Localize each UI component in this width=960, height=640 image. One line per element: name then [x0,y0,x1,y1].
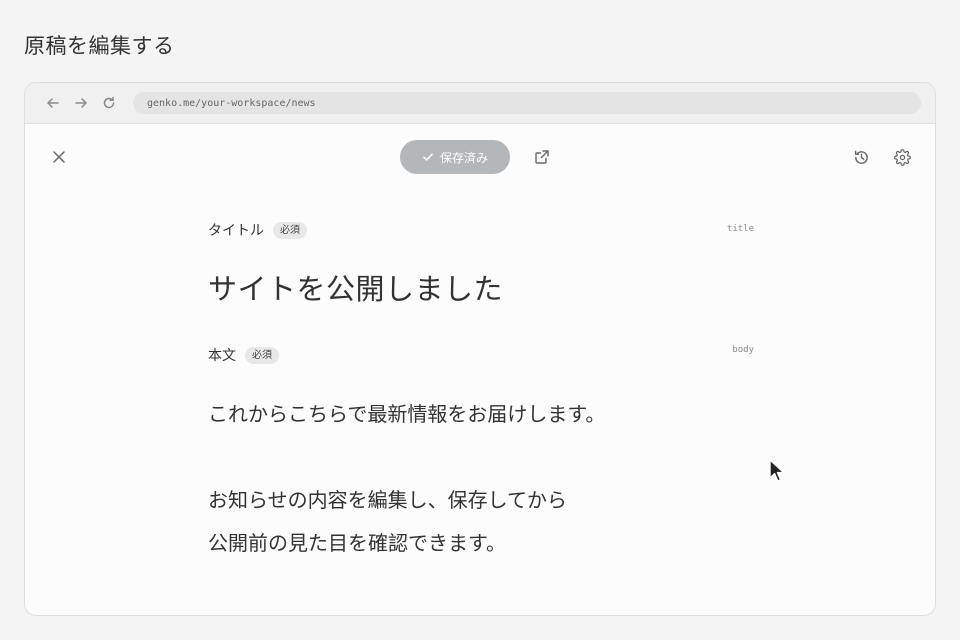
address-bar[interactable]: genko.me/your-workspace/news [133,92,921,114]
body-field-header: 本文 必須 body [208,345,754,365]
body-field-label: 本文 [208,348,236,364]
close-icon [53,151,65,163]
mouse-pointer-icon [767,458,789,488]
back-button[interactable] [39,89,67,117]
title-field-header: タイトル 必須 title [208,220,754,240]
title-field-key: title [726,224,754,234]
history-button[interactable] [845,141,877,173]
required-badge: 必須 [273,221,307,239]
browser-chrome: genko.me/your-workspace/news [25,83,935,124]
arrow-left-icon [47,98,59,108]
external-link-icon [535,150,549,164]
body-line [208,436,754,479]
saved-button-label: 保存済み [439,150,488,165]
history-icon [854,150,868,164]
browser-window: genko.me/your-workspace/news 保存済み タイトル 必… [24,82,936,616]
gear-icon [893,148,911,166]
check-icon [423,153,433,161]
body-field-key: body [732,345,754,355]
body-field: 本文 必須 body これからこちらで最新情報をお届けします。 お知らせの内容を… [208,345,754,565]
body-line: 公開前の見た目を確認できます。 [208,531,506,555]
editor-toolbar: 保存済み [25,124,935,190]
reload-button[interactable] [95,89,123,117]
forward-button[interactable] [67,89,95,117]
title-input[interactable]: サイトを公開しました [208,266,754,308]
body-line: これからこちらで最新情報をお届けします。 [208,402,606,426]
body-line: お知らせの内容を編集し、保存してから [208,488,567,512]
open-external-button[interactable] [526,141,558,173]
body-editor[interactable]: これからこちらで最新情報をお届けします。 お知らせの内容を編集し、保存してから … [208,393,754,565]
required-badge: 必須 [245,346,279,364]
close-button[interactable] [43,141,75,173]
settings-button[interactable] [886,141,918,173]
title-field: タイトル 必須 title サイトを公開しました [208,220,754,308]
arrow-right-icon [75,98,87,108]
reload-icon [103,96,115,109]
page-title: 原稿を編集する [24,34,175,58]
saved-button[interactable]: 保存済み [400,140,510,174]
title-field-label: タイトル [208,223,264,239]
